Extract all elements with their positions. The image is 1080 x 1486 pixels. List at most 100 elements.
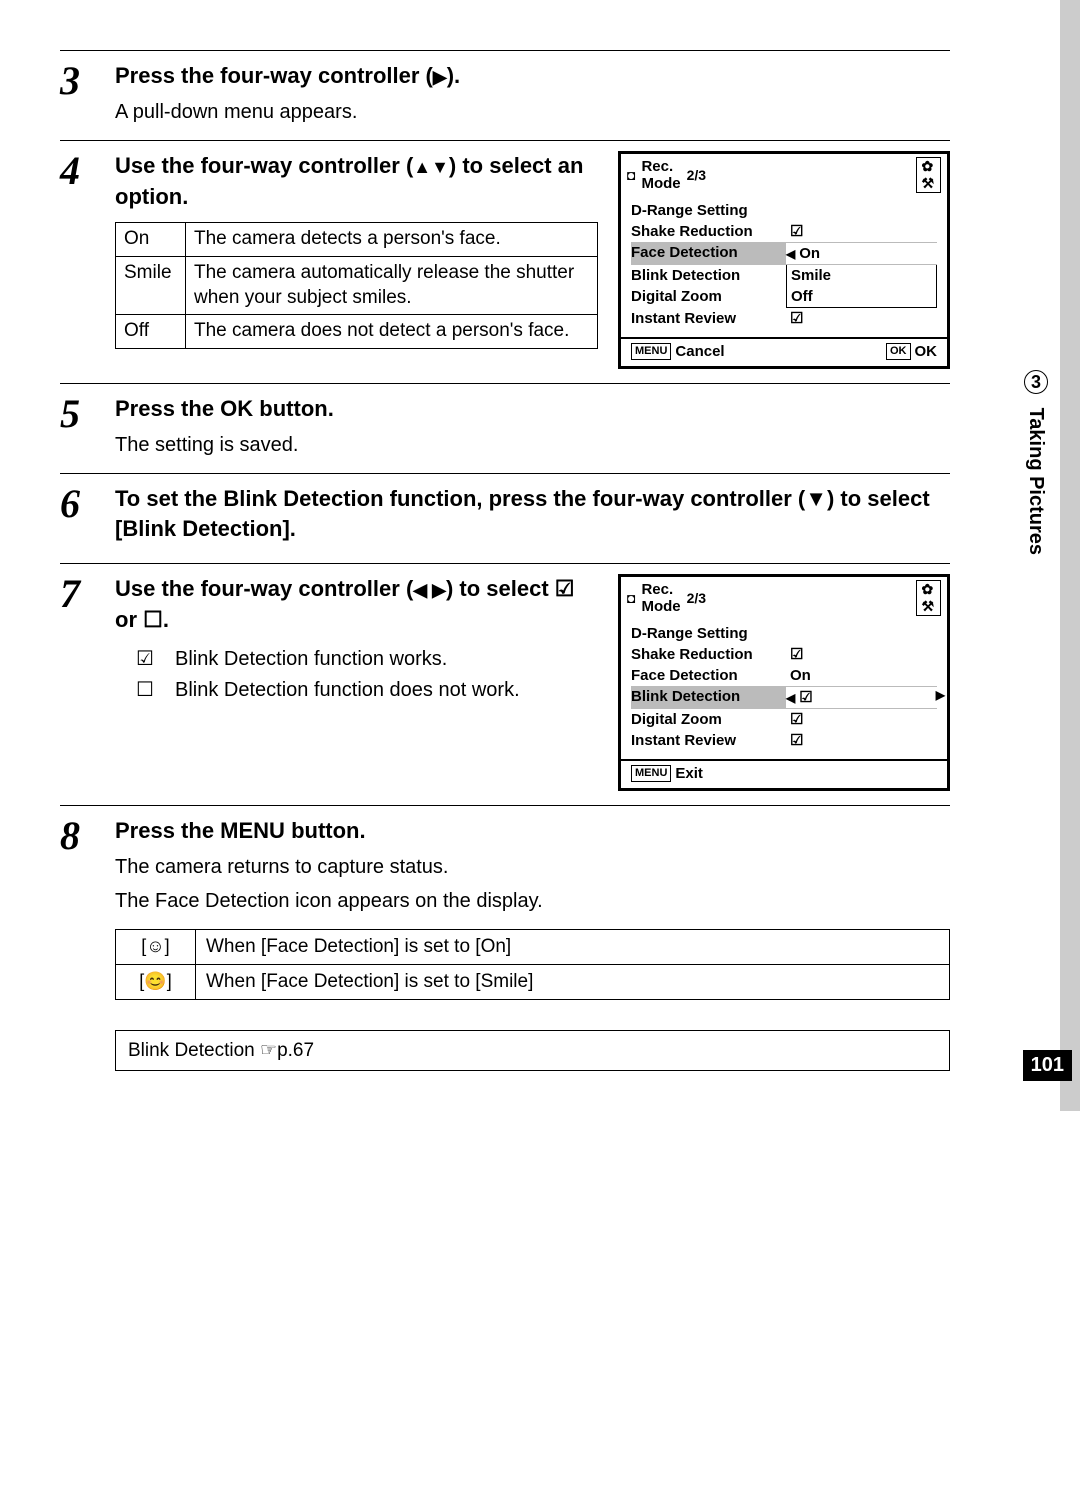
step-body: Press the four-way controller (▶). A pul… (115, 61, 950, 126)
lcd-header: ◘ Rec. Mode 2/3 ✿ ⚒ (621, 577, 947, 619)
step-number: 8 (60, 816, 115, 1000)
lcd-page: 2/3 (687, 167, 911, 183)
step-6: 6 To set the Blink Detection function, p… (60, 473, 950, 564)
lcd-label: D-Range Setting (631, 623, 786, 644)
table-row: Off The camera does not detect a person'… (116, 315, 598, 349)
option-desc: The camera detects a person's face. (186, 223, 598, 257)
text: On (799, 245, 820, 262)
lcd-header: ◘ Rec. Mode 2/3 ✿ ⚒ (621, 154, 947, 196)
left-right-triangle-icon: ◀ ▶ (413, 580, 446, 600)
checkbox-list: ☑ Blink Detection function works. ☐ Blin… (115, 646, 598, 704)
menu-text: MENU (220, 818, 285, 843)
table-row: [😊] When [Face Detection] is set to [Smi… (116, 964, 950, 999)
face-detection-smile-icon: [😊] (139, 971, 171, 992)
lcd-row: D-Range Setting (631, 623, 937, 644)
lcd-value: ☑ (786, 709, 937, 730)
camera-lcd-1: ◘ Rec. Mode 2/3 ✿ ⚒ D-Range Setting Shak… (618, 151, 950, 369)
checkbox-checked-icon: ☑ (115, 646, 175, 673)
lcd-label: Blink Detection (631, 265, 786, 286)
lcd-value (786, 623, 937, 644)
step-title: Use the four-way controller (◀ ▶) to sel… (115, 574, 598, 636)
step-number: 7 (60, 574, 115, 791)
step-title: To set the Blink Detection function, pre… (115, 484, 950, 546)
left-arrow-icon: ◀ (786, 691, 795, 705)
text: Press the (115, 396, 220, 421)
menu-button-label: MENU (631, 765, 671, 782)
chapter-number: 3 (1024, 370, 1048, 394)
icon-desc: When [Face Detection] is set to [Smile] (196, 964, 950, 999)
checkbox-empty-icon: ☐ (143, 607, 163, 632)
option-desc: The camera does not detect a person's fa… (186, 315, 598, 349)
lcd-label: Digital Zoom (631, 709, 786, 730)
lcd-label: Instant Review (631, 308, 786, 329)
pointer-icon: ☞ (260, 1040, 277, 1061)
text: ) to select (446, 576, 555, 601)
lcd-label: Instant Review (631, 730, 786, 751)
ok-text: OK (220, 396, 253, 421)
camera-icon: ◘ (627, 590, 635, 606)
list-item: ☐ Blink Detection function does not work… (115, 677, 598, 704)
step-body: Press the MENU button. The camera return… (115, 816, 950, 1000)
step-description: A pull-down menu appears. (115, 98, 950, 126)
list-item: ☑ Blink Detection function works. (115, 646, 598, 673)
step-number: 3 (60, 61, 115, 126)
lcd-footer: MENU Cancel OK OK (621, 339, 947, 366)
step-title: Press the OK button. (115, 394, 950, 425)
text: ). (447, 63, 460, 88)
step-number: 6 (60, 484, 115, 550)
text: button. (285, 818, 366, 843)
menu-button-label: MENU (631, 343, 671, 360)
step-title: Use the four-way controller (▲▼) to sele… (115, 151, 598, 213)
option-name: Off (116, 315, 186, 349)
chapter-title: Taking Pictures (1025, 408, 1047, 555)
lcd-value: ☑ (786, 644, 937, 665)
text: Use the four-way controller ( (115, 153, 413, 178)
step-description: The Face Detection icon appears on the d… (115, 887, 950, 915)
lcd-row: Blink DetectionSmile (631, 265, 937, 286)
lcd-label: Face Detection (631, 665, 786, 686)
right-arrow-icon: ▶ (936, 687, 945, 704)
lcd-label: D-Range Setting (631, 200, 786, 221)
side-gray-bar (1060, 0, 1080, 1111)
cancel-label: Cancel (675, 343, 724, 360)
face-detection-on-icon: [☺] (141, 936, 169, 957)
right-triangle-icon: ▶ (433, 67, 447, 87)
lcd-row: Instant Review☑ (631, 308, 937, 329)
page: 3 Press the four-way controller (▶). A p… (0, 0, 1080, 1111)
lcd-value: ☑ (786, 221, 937, 242)
icon-desc: When [Face Detection] is set to [On] (196, 929, 950, 964)
lcd-header-icons: ✿ ⚒ (916, 580, 941, 616)
step-title: Press the MENU button. (115, 816, 950, 847)
side-tab (1050, 0, 1080, 1111)
text: button. (253, 396, 334, 421)
checkbox-checked-icon: ☑ (555, 576, 575, 601)
text: . (163, 607, 169, 632)
step-body: Use the four-way controller (◀ ▶) to sel… (115, 574, 950, 791)
step-4: 4 Use the four-way controller (▲▼) to se… (60, 140, 950, 383)
lcd-value: ◀On (786, 243, 937, 264)
lcd-value: ◀☑▶ (786, 687, 937, 708)
text: or (115, 607, 143, 632)
option-desc: The camera automatically release the shu… (186, 257, 598, 315)
reference-box: Blink Detection ☞p.67 (115, 1030, 950, 1071)
lcd-label: Blink Detection (631, 686, 786, 709)
camera-icon: ◘ (627, 167, 635, 183)
text: ☑ (799, 689, 812, 706)
step-number: 4 (60, 151, 115, 369)
table-row: On The camera detects a person's face. (116, 223, 598, 257)
list-text: Blink Detection function works. (175, 646, 447, 673)
step-3: 3 Press the four-way controller (▶). A p… (60, 50, 950, 140)
step-8: 8 Press the MENU button. The camera retu… (60, 805, 950, 1014)
text: Press the four-way controller ( (115, 63, 433, 88)
ok-label: OK (915, 343, 938, 360)
lcd-header-icons: ✿ ⚒ (916, 157, 941, 193)
lcd-title: Rec. Mode (641, 158, 680, 192)
lcd-label: Face Detection (631, 242, 786, 265)
step-body: To set the Blink Detection function, pre… (115, 484, 950, 550)
lcd-body: D-Range Setting Shake Reduction☑ Face De… (621, 619, 947, 755)
lcd-value: Smile (786, 265, 937, 286)
lcd-value: Off (786, 286, 937, 308)
lcd-label: Shake Reduction (631, 644, 786, 665)
options-table: On The camera detects a person's face. S… (115, 222, 598, 349)
text: Use the four-way controller ( (115, 576, 413, 601)
